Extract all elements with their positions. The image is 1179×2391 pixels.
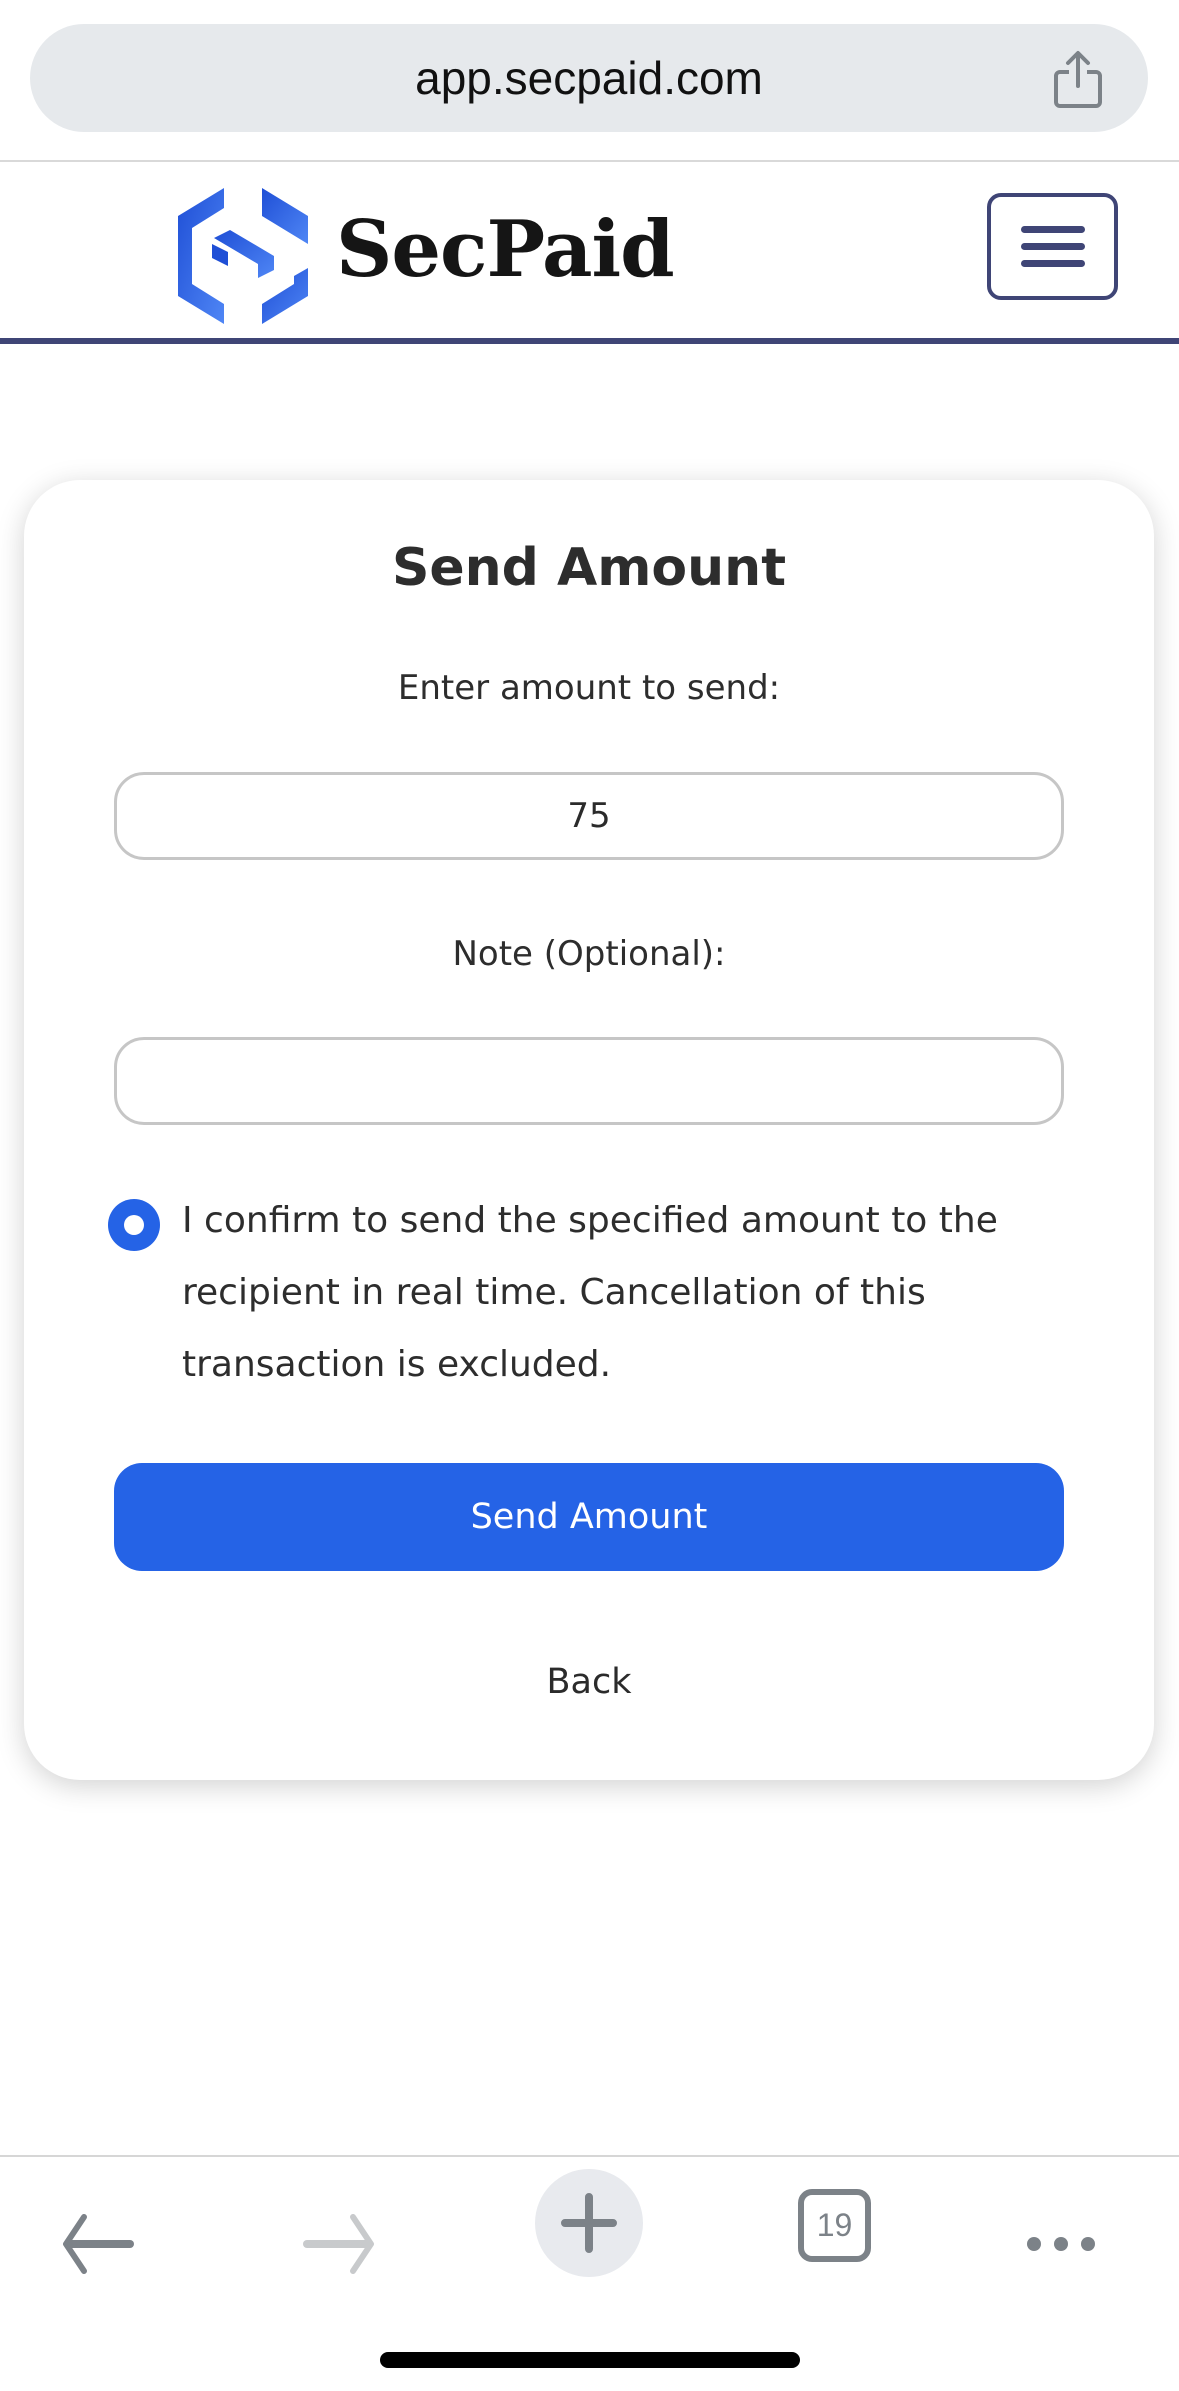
brand-name[interactable]: SecPaid bbox=[336, 204, 675, 295]
page-title: Send Amount bbox=[391, 538, 787, 598]
amount-input[interactable] bbox=[114, 772, 1064, 860]
share-icon[interactable] bbox=[1050, 50, 1106, 110]
arrow-right-icon[interactable] bbox=[287, 2177, 397, 2287]
site-header: SecPaid bbox=[0, 164, 1179, 344]
url-text[interactable]: app.secpaid.com bbox=[30, 24, 1148, 132]
secpaid-logo-icon[interactable] bbox=[178, 188, 308, 324]
hamburger-menu-icon bbox=[1021, 260, 1085, 267]
hamburger-menu-icon bbox=[1021, 243, 1085, 250]
confirm-radio[interactable] bbox=[108, 1199, 160, 1251]
note-label: Note (Optional): bbox=[452, 934, 726, 974]
browser-top-bar: app.secpaid.com bbox=[0, 0, 1179, 162]
arrow-left-icon[interactable] bbox=[40, 2177, 150, 2287]
note-input[interactable] bbox=[114, 1037, 1064, 1125]
hamburger-menu-button[interactable] bbox=[987, 193, 1118, 300]
back-link[interactable]: Back bbox=[24, 1662, 1154, 1702]
confirm-text: I confirm to send the specified amount t… bbox=[182, 1200, 998, 1385]
plus-icon bbox=[561, 2193, 617, 2253]
amount-label: Enter amount to send: bbox=[397, 668, 781, 708]
ellipsis-icon[interactable] bbox=[1006, 2177, 1116, 2287]
home-indicator bbox=[380, 2352, 800, 2368]
send-amount-card: Send Amount Enter amount to send: Note (… bbox=[24, 480, 1154, 1780]
hamburger-menu-icon bbox=[1021, 226, 1085, 233]
tab-count-button[interactable]: 19 bbox=[798, 2189, 871, 2262]
url-bar[interactable]: app.secpaid.com bbox=[30, 24, 1148, 132]
new-tab-button[interactable] bbox=[535, 2169, 643, 2277]
send-amount-button[interactable]: Send Amount bbox=[114, 1463, 1064, 1571]
